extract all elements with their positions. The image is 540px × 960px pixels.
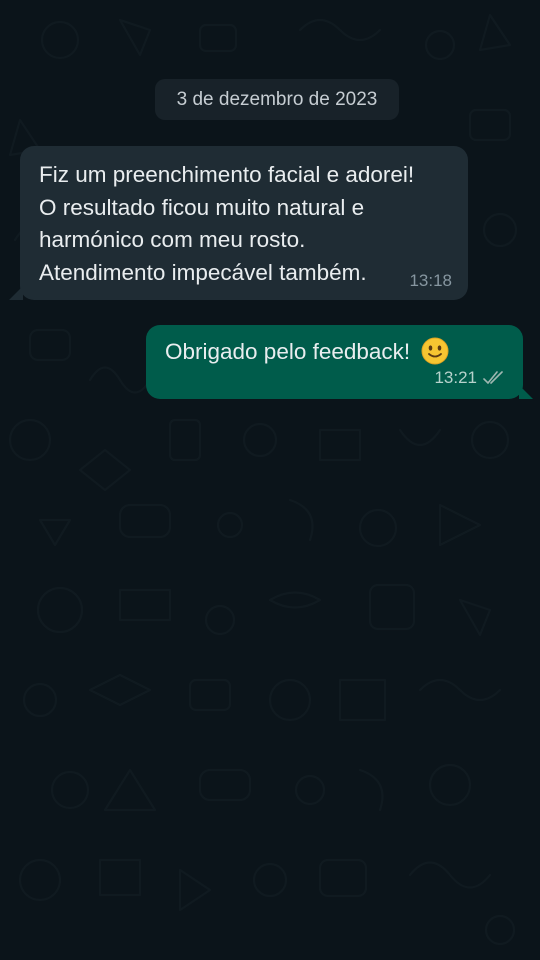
- message-timestamp: 13:21: [434, 368, 477, 387]
- outgoing-bubble-tail: [519, 385, 533, 399]
- message-line: harmónico com meu rosto.: [39, 227, 306, 252]
- message-text: Obrigado pelo feedback!: [165, 339, 411, 364]
- double-check-icon: [483, 371, 505, 385]
- slightly-smiling-face-icon: [421, 337, 449, 365]
- conversation[interactable]: 3 de dezembro de 2023 Fiz um preenchimen…: [0, 0, 540, 960]
- date-separator: 3 de dezembro de 2023: [155, 79, 399, 120]
- message-timestamp: 13:18: [409, 271, 452, 290]
- incoming-message-bubble[interactable]: Fiz um preenchimento facial e adorei! O …: [9, 146, 468, 300]
- message-meta: 13:21: [434, 368, 505, 388]
- message-line: Fiz um preenchimento facial e adorei!: [39, 162, 415, 187]
- message-line: O resultado ficou muito natural e: [39, 194, 365, 220]
- message-line: Atendimento impecável também.: [39, 259, 367, 285]
- incoming-bubble-tail: [9, 286, 23, 300]
- outgoing-message-bubble[interactable]: Obrigado pelo feedback! 13:21: [146, 325, 533, 399]
